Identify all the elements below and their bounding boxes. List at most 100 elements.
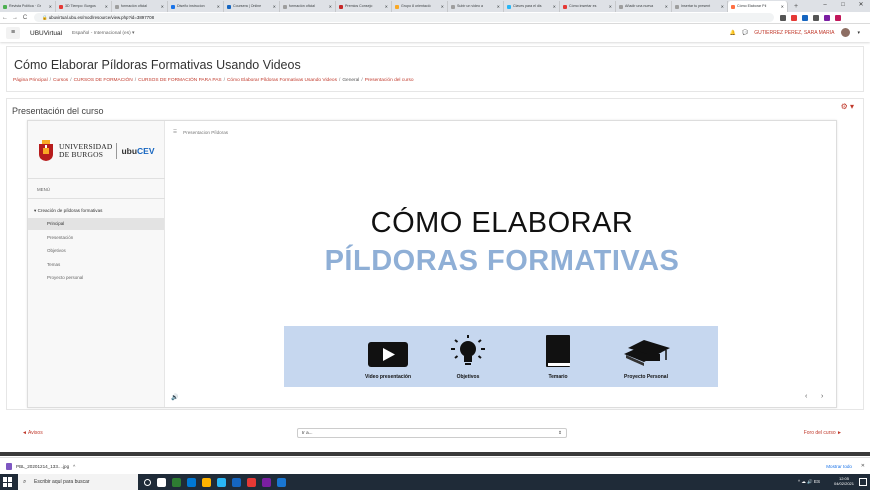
windows-start-icon[interactable] (2, 476, 14, 488)
chevron-up-icon[interactable]: ^ (73, 464, 75, 469)
clock[interactable]: 12:05 04/02/2021 (834, 476, 854, 486)
taskbar-app-icon[interactable] (217, 477, 226, 487)
avatar[interactable] (840, 27, 852, 38)
notifications-icon[interactable] (859, 478, 867, 486)
maximize-button[interactable]: □ (834, 0, 852, 12)
browser-tab[interactable]: Grupo 8 orientació ✕ (392, 1, 448, 12)
browser-tab[interactable]: Insertar tu present ✕ (672, 1, 728, 12)
gear-icon[interactable]: ⚙ ▾ (841, 102, 854, 111)
tree-item[interactable]: Temas (28, 259, 164, 271)
tab-favicon-icon (675, 4, 679, 9)
system-tray-icons[interactable]: ^ ☁ 🔊 ES (798, 479, 820, 485)
chevron-down-icon: ▾ (132, 30, 135, 36)
taskbar-search[interactable]: ⌕ Escribir aquí para buscar (18, 474, 138, 490)
breadcrumb-item[interactable]: CURSOS DE FORMACIÓN (74, 78, 133, 83)
browser-tab[interactable]: Diseño instrucion ✕ (168, 1, 224, 12)
taskbar-app-icon[interactable] (187, 477, 196, 487)
taskbar-app-icon[interactable] (232, 477, 241, 487)
show-all-downloads[interactable]: Mostrar todo (826, 464, 852, 469)
browser-tab[interactable]: Cómo Elaborar Píl ✕ (728, 1, 788, 12)
close-tab-icon[interactable]: ✕ (105, 1, 108, 12)
next-slide-button[interactable]: › (821, 393, 823, 400)
breadcrumb-item[interactable]: General (342, 78, 359, 83)
chat-icon[interactable]: 💬 (742, 30, 748, 36)
close-tab-icon[interactable]: ✕ (161, 1, 164, 12)
close-tab-icon[interactable]: ✕ (721, 1, 724, 12)
taskbar-app-icon[interactable] (157, 477, 166, 487)
extension-icon[interactable] (824, 14, 830, 21)
breadcrumb-item[interactable]: CURSOS DE FORMACIÓN PARA PAS (138, 78, 222, 83)
close-tab-icon[interactable]: ✕ (49, 1, 52, 12)
taskbar-app-icon[interactable] (262, 477, 271, 487)
extension-icon[interactable] (813, 14, 819, 21)
tab-favicon-icon (59, 4, 63, 9)
address-bar[interactable]: 🔒 ubuvirtual.ubu.es/mod/resource/view.ph… (34, 13, 774, 22)
close-tab-icon[interactable]: ✕ (273, 1, 276, 12)
extension-icon[interactable] (791, 14, 797, 21)
divider (28, 178, 165, 179)
close-window-button[interactable]: ✕ (852, 0, 870, 12)
tree-root[interactable]: ▾ Creación de píldoras formativas (34, 208, 102, 214)
browser-tab[interactable]: Subir un video a ✕ (448, 1, 504, 12)
chevron-down-icon[interactable]: ▾ (857, 30, 860, 36)
browser-tab[interactable]: Cómo insertar es ✕ (560, 1, 616, 12)
breadcrumb-item[interactable]: Página Principal (13, 78, 48, 83)
close-tab-icon[interactable]: ✕ (553, 1, 556, 12)
close-tab-icon[interactable]: ✕ (497, 1, 500, 12)
language-menu[interactable]: Español - Internacional (es) ▾ (72, 31, 134, 36)
prev-slide-button[interactable]: ‹ (805, 393, 807, 400)
bell-icon[interactable]: 🔔 (730, 30, 736, 36)
close-tab-icon[interactable]: ✕ (665, 1, 668, 12)
download-item[interactable]: PBL_20201214_133....jpg ^ (6, 462, 106, 470)
new-tab-button[interactable]: + (788, 1, 804, 12)
speaker-icon[interactable]: 🔊 (171, 394, 178, 401)
tree-item[interactable]: Principal (28, 218, 164, 230)
taskbar-search-placeholder: Escribir aquí para buscar (34, 479, 90, 485)
browser-tab[interactable]: Claves para el dis ✕ (504, 1, 560, 12)
user-menu-name[interactable]: GUTIERREZ PEREZ, SARA MARIA (754, 30, 834, 36)
browser-tab[interactable]: formación oficial ✕ (112, 1, 168, 12)
browser-tab[interactable]: Coursera | Online ✕ (224, 1, 280, 12)
tab-title: Añadir una nueva (625, 4, 654, 8)
menu-toggle-button[interactable]: ≡ (6, 27, 20, 39)
breadcrumb-item[interactable]: Presentación del curso (365, 78, 414, 83)
browser-tab[interactable]: Añadir una nueva ✕ (616, 1, 672, 12)
prev-activity-link[interactable]: ◄ Avisos (22, 430, 43, 436)
close-icon[interactable]: ✕ (861, 463, 865, 469)
footer-strip (0, 452, 870, 456)
breadcrumb: Página Principal / Cursos / CURSOS DE FORMAC… (13, 78, 414, 83)
taskbar-app-icon[interactable] (277, 477, 286, 487)
tree-item[interactable]: Proyecto personal (28, 272, 164, 284)
close-tab-icon[interactable]: ✕ (217, 1, 220, 12)
tree-item[interactable]: Objetivos (28, 245, 164, 257)
breadcrumb-item[interactable]: Cómo Elaborar Píldoras Formativas Usando… (227, 78, 337, 83)
browser-tab[interactable]: 3D Tiempo: Burgos ✕ (56, 1, 112, 12)
taskbar-app-icon[interactable] (247, 477, 256, 487)
slide-heading-2: PÍLDORAS FORMATIVAS (324, 245, 680, 277)
reload-icon[interactable]: C (20, 15, 30, 21)
extension-icon[interactable] (835, 14, 841, 21)
close-tab-icon[interactable]: ✕ (441, 1, 444, 12)
back-icon[interactable]: ← (0, 15, 10, 21)
browser-tab[interactable]: Premios Consejo ✕ (336, 1, 392, 12)
close-tab-icon[interactable]: ✕ (329, 1, 332, 12)
close-tab-icon[interactable]: ✕ (781, 1, 784, 12)
close-tab-icon[interactable]: ✕ (385, 1, 388, 12)
taskbar-app-icon[interactable] (144, 478, 151, 486)
breadcrumb-item[interactable]: Cursos (53, 78, 68, 83)
jump-to-select[interactable]: Ir a... ⇕ (297, 428, 567, 438)
browser-tab[interactable]: formación oficial ✕ (280, 1, 336, 12)
next-activity-link[interactable]: Foro del curso ► (804, 430, 842, 436)
breadcrumb-separator: / (49, 78, 52, 83)
extension-icon[interactable] (780, 14, 786, 21)
browser-tab[interactable]: Revista Política · Gr ✕ (0, 1, 56, 12)
close-tab-icon[interactable]: ✕ (609, 1, 612, 12)
taskbar-app-icon[interactable] (172, 477, 181, 487)
minimize-button[interactable]: – (816, 0, 834, 12)
hamburger-icon[interactable]: ☰ (173, 129, 177, 135)
site-name[interactable]: UBUVirtual (30, 30, 62, 37)
forward-icon[interactable]: → (10, 15, 20, 21)
tree-item[interactable]: Presentación (28, 232, 164, 244)
taskbar-app-icon[interactable] (202, 477, 211, 487)
extension-icon[interactable] (802, 14, 808, 21)
